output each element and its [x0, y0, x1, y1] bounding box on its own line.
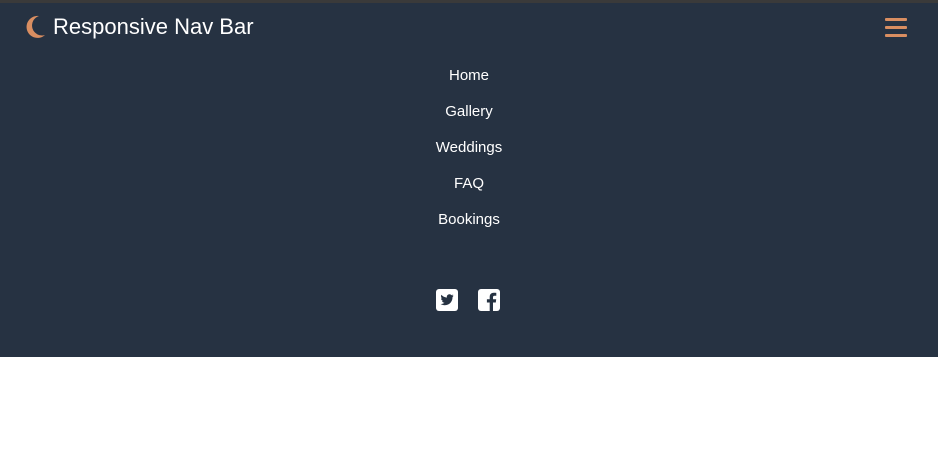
hamburger-bar	[885, 34, 907, 37]
moon-icon	[23, 13, 47, 41]
nav-link-faq[interactable]: FAQ	[454, 175, 484, 192]
facebook-icon[interactable]	[478, 289, 500, 311]
hamburger-bar	[885, 26, 907, 29]
nav-item-faq: FAQ	[0, 171, 938, 207]
nav-link-weddings[interactable]: Weddings	[436, 139, 502, 156]
nav-link-bookings[interactable]: Bookings	[438, 211, 500, 228]
nav-link-gallery[interactable]: Gallery	[445, 103, 493, 120]
hamburger-bar	[885, 18, 907, 21]
social-links	[0, 289, 938, 311]
nav-menu: Home Gallery Weddings FAQ Bookings	[0, 63, 938, 243]
nav-link-home[interactable]: Home	[449, 67, 489, 84]
nav-item-weddings: Weddings	[0, 135, 938, 171]
nav-item-bookings: Bookings	[0, 207, 938, 243]
nav-item-home: Home	[0, 63, 938, 99]
brand-link[interactable]: Responsive Nav Bar	[23, 12, 254, 42]
twitter-icon[interactable]	[436, 289, 458, 311]
brand-title: Responsive Nav Bar	[53, 14, 254, 39]
hamburger-icon[interactable]	[885, 17, 907, 37]
nav-item-gallery: Gallery	[0, 99, 938, 135]
navbar: Responsive Nav Bar Home Gallery Weddings…	[0, 3, 938, 357]
